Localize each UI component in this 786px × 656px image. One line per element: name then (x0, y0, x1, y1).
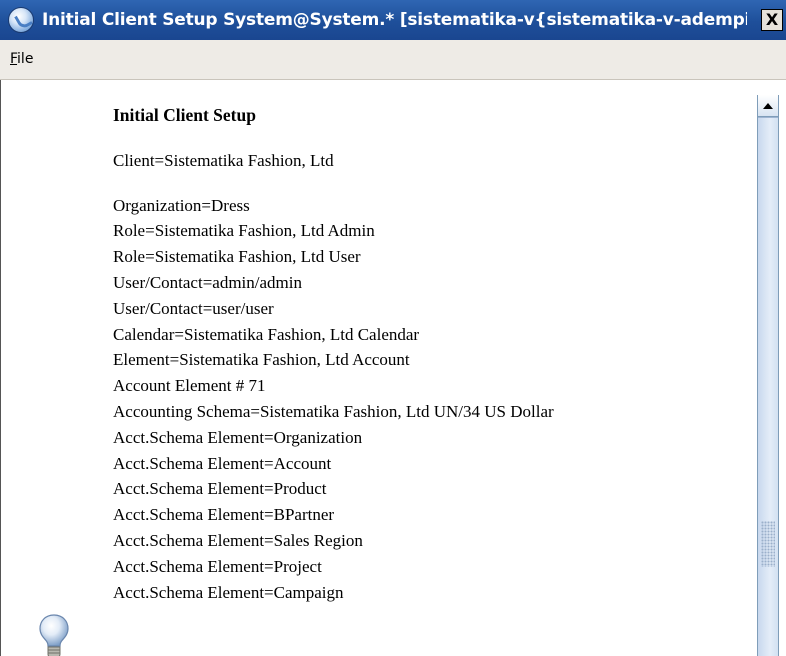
result-line: Acct.Schema Element=Organization (113, 427, 363, 447)
result-line: Accounting Schema=Sistematika Fashion, L… (113, 401, 554, 421)
result-line: Acct.Schema Element=BPartner (113, 505, 335, 525)
menu-file-label: ile (17, 51, 34, 67)
thumb-grip (761, 521, 775, 567)
result-line: Role=Sistematika Fashion, Ltd User (113, 247, 361, 267)
content-panel: Initial Client Setup Client=Sistematika … (0, 80, 786, 656)
window-title: Initial Client Setup System@System.* [si… (42, 10, 747, 30)
result-line: User/Contact=user/user (113, 298, 274, 318)
vertical-scrollbar[interactable] (757, 95, 779, 656)
menu-file[interactable]: File (10, 51, 33, 67)
menu-bar: File (0, 40, 786, 80)
result-line: Acct.Schema Element=Account (113, 453, 332, 473)
result-line: Acct.Schema Element=Sales Region (113, 530, 363, 550)
result-line: Acct.Schema Element=Project (113, 556, 322, 576)
result-line: Organization=Dress (113, 195, 250, 215)
scroll-up-button[interactable] (758, 95, 778, 117)
setup-window: Initial Client Setup System@System.* [si… (0, 0, 786, 656)
result-line: Account Element # 71 (113, 376, 266, 396)
menu-file-mnemonic: F (10, 51, 18, 67)
result-line: Element=Sistematika Fashion, Ltd Account (113, 350, 410, 370)
result-line: User/Contact=admin/admin (113, 272, 302, 292)
setup-result-text: Initial Client Setup Client=Sistematika … (113, 103, 753, 605)
result-line: Role=Sistematika Fashion, Ltd Admin (113, 221, 375, 241)
result-line: Acct.Schema Element=Product (113, 479, 327, 499)
result-line: Acct.Schema Element=Campaign (113, 582, 344, 602)
lightbulb-icon (39, 614, 69, 656)
result-line: Calendar=Sistematika Fashion, Ltd Calend… (113, 324, 420, 344)
scroll-thumb[interactable] (758, 117, 778, 656)
client-line: Client=Sistematika Fashion, Ltd (113, 150, 334, 170)
result-heading: Initial Client Setup (113, 105, 256, 125)
title-bar[interactable]: Initial Client Setup System@System.* [si… (0, 0, 786, 40)
close-button[interactable]: X (761, 9, 783, 31)
arrow-up-icon (763, 102, 773, 109)
app-icon[interactable] (8, 7, 34, 33)
